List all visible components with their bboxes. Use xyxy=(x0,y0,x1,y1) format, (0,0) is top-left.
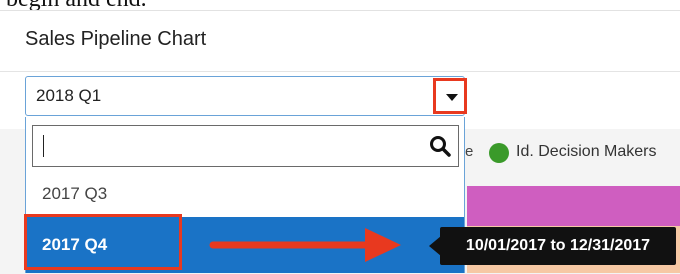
legend-fragment: e xyxy=(465,143,474,160)
annotation-arrow-icon xyxy=(209,228,401,262)
dashlet-title: Sales Pipeline Chart xyxy=(25,28,207,50)
text-cursor xyxy=(43,135,44,157)
timeframe-search-input[interactable] xyxy=(39,132,423,162)
legend-dot-icon[interactable] xyxy=(489,143,509,163)
timeframe-select[interactable]: 2018 Q1 xyxy=(25,76,465,116)
chart-bar-segment[interactable] xyxy=(467,186,680,226)
date-range-tooltip: 10/01/2017 to 12/31/2017 xyxy=(440,227,676,265)
timeframe-select-value: 2018 Q1 xyxy=(36,86,102,105)
search-icon[interactable] xyxy=(429,135,451,157)
legend-label[interactable]: Id. Decision Makers xyxy=(516,143,657,161)
timeframe-search-field[interactable] xyxy=(32,125,459,167)
dashlet-header: Sales Pipeline Chart xyxy=(0,11,680,72)
annotation-highlight-box xyxy=(24,214,182,270)
caret-down-icon xyxy=(446,94,458,101)
timeframe-dropdown-toggle[interactable] xyxy=(433,78,467,114)
timeframe-option-label: 2017 Q3 xyxy=(42,184,108,203)
timeframe-option[interactable]: 2017 Q3 xyxy=(26,171,464,217)
